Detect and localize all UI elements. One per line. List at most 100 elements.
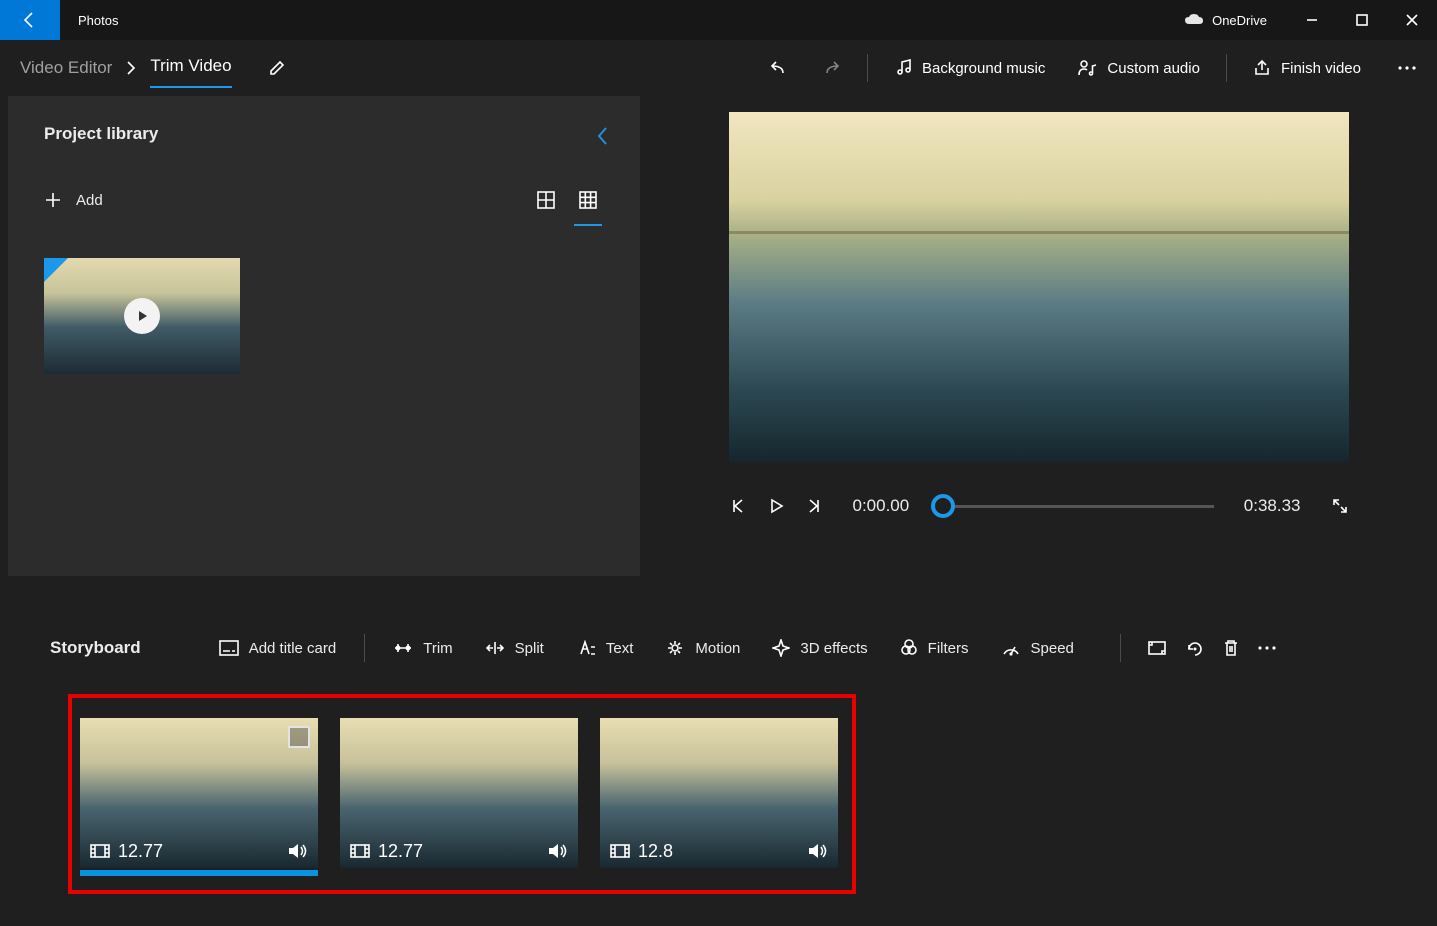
fullscreen-button[interactable] [1331,497,1349,515]
motion-label: Motion [695,640,740,657]
music-icon [894,59,912,77]
motion-icon [665,639,685,657]
main-area: Project library Add [0,96,1437,576]
title-card-label: Add title card [249,640,337,657]
speed-icon [1001,640,1021,656]
collapse-button[interactable] [596,126,610,146]
clip-audio-button[interactable] [806,842,828,860]
more-button[interactable] [1377,40,1437,96]
clip-active-bar [80,870,318,876]
finish-video-button[interactable]: Finish video [1237,40,1377,96]
top-toolbar: Video Editor Trim Video Background music… [0,40,1437,96]
undo-button[interactable] [753,40,805,96]
dogear-icon [44,258,68,282]
add-media-button[interactable]: Add [44,191,103,209]
rotate-button[interactable] [1185,639,1205,657]
storyboard-clip[interactable]: 12.8 [600,718,838,868]
separator [867,54,868,82]
clip-duration-value: 12.77 [378,841,423,862]
preview-panel: 0:00.00 0:38.33 [640,96,1437,576]
3d-effects-button[interactable]: 3D effects [758,626,881,670]
separator [1226,54,1227,82]
filters-button[interactable]: Filters [886,626,983,670]
breadcrumb-current[interactable]: Trim Video [144,56,237,76]
redo-button[interactable] [805,40,857,96]
motion-button[interactable]: Motion [651,626,754,670]
add-title-card-button[interactable]: Add title card [205,626,351,670]
playhead[interactable] [931,494,955,518]
title-bar: Photos OneDrive [0,0,1437,40]
clip-duration[interactable]: 12.8 [610,841,673,862]
sparkle-icon [772,639,790,657]
separator [364,634,365,662]
total-time: 0:38.33 [1234,496,1311,516]
preview-canvas[interactable] [729,112,1349,462]
split-label: Split [515,640,544,657]
split-icon [485,640,505,656]
project-library-panel: Project library Add [8,96,640,576]
speed-label: Speed [1031,640,1074,657]
trim-icon [393,640,413,656]
export-icon [1253,59,1271,77]
next-frame-button[interactable] [805,497,823,515]
custom-audio-label: Custom audio [1107,60,1200,77]
view-small-button[interactable] [572,184,604,216]
clip-checkbox[interactable] [288,726,310,748]
app-title: Photos [60,13,136,28]
view-underline [574,224,602,226]
clip-duration[interactable]: 12.77 [350,841,423,862]
trim-button[interactable]: Trim [379,626,466,670]
resize-button[interactable] [1147,640,1167,656]
play-button[interactable] [767,497,785,515]
plus-icon [44,191,62,209]
edit-name-button[interactable] [268,59,286,77]
onedrive-label: OneDrive [1212,13,1267,28]
custom-audio-button[interactable]: Custom audio [1061,40,1216,96]
clip-duration-value: 12.8 [638,841,673,862]
prev-frame-button[interactable] [729,497,747,515]
clip-duration-value: 12.77 [118,841,163,862]
chevron-right-icon [118,61,144,75]
filmstrip-icon [350,844,370,858]
play-icon [124,298,160,334]
clip-duration[interactable]: 12.77 [90,841,163,862]
storyboard-strip: 12.77 12.77 12.8 [68,694,856,894]
minimize-button[interactable] [1287,0,1337,40]
delete-button[interactable] [1223,639,1239,657]
timeline-slider[interactable] [939,505,1214,508]
current-time: 0:00.00 [843,496,920,516]
text-icon [576,640,596,656]
filmstrip-icon [610,844,630,858]
effects-label: 3D effects [800,640,867,657]
grid-small-icon [579,191,597,209]
storyboard-more-button[interactable] [1257,645,1277,651]
split-button[interactable]: Split [471,626,558,670]
breadcrumb-underline [150,86,231,88]
library-thumbnail[interactable] [44,258,240,374]
clip-audio-button[interactable] [286,842,308,860]
storyboard-clip[interactable]: 12.77 [80,718,318,868]
cloud-icon [1184,13,1204,27]
storyboard-clip[interactable]: 12.77 [340,718,578,868]
onedrive-status[interactable]: OneDrive [1184,13,1287,28]
filters-label: Filters [928,640,969,657]
text-button[interactable]: Text [562,626,648,670]
close-button[interactable] [1387,0,1437,40]
storyboard-toolbar: Storyboard Add title card Trim Split Tex… [0,618,1437,678]
maximize-button[interactable] [1337,0,1387,40]
separator [1120,634,1121,662]
background-music-button[interactable]: Background music [878,40,1061,96]
filters-icon [900,639,918,657]
text-label: Text [606,640,634,657]
storyboard-title: Storyboard [50,638,141,658]
person-audio-icon [1077,59,1097,77]
breadcrumb-root[interactable]: Video Editor [14,58,118,78]
back-button[interactable] [0,0,60,40]
project-library-title: Project library [44,124,604,144]
view-large-button[interactable] [530,184,562,216]
clip-audio-button[interactable] [546,842,568,860]
trim-label: Trim [423,640,452,657]
add-label: Add [76,192,103,209]
speed-button[interactable]: Speed [987,626,1088,670]
background-music-label: Background music [922,60,1045,77]
